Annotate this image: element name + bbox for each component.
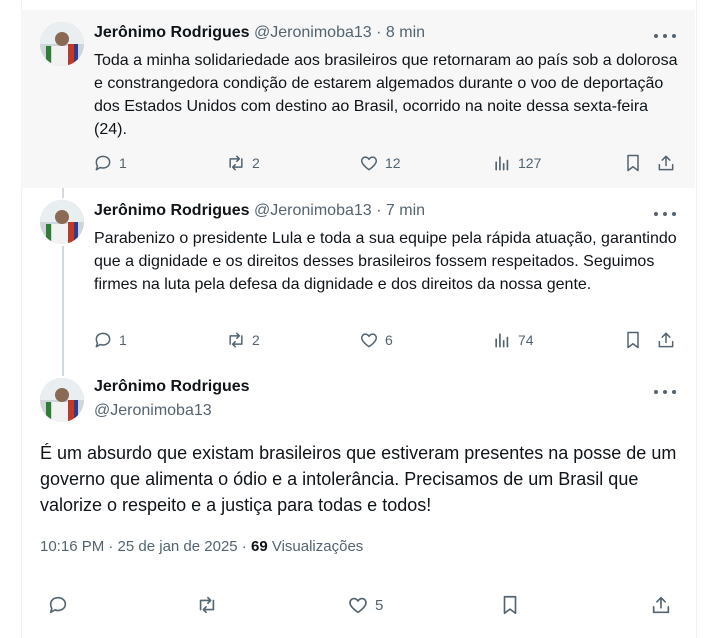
- timestamp[interactable]: 7 min: [386, 202, 425, 219]
- like-button[interactable]: 12: [359, 151, 401, 175]
- more-icon[interactable]: [653, 26, 677, 46]
- more-icon[interactable]: [653, 382, 677, 402]
- reply-button[interactable]: [47, 592, 69, 618]
- timestamp[interactable]: 10:16 PM · 25 de jan de 2025 ·: [40, 538, 251, 555]
- author-name[interactable]: Jerônimo Rodrigues: [94, 378, 250, 396]
- views-icon: [495, 333, 509, 348]
- thread-tweet[interactable]: Jerônimo Rodrigues @Jeronimoba13 · 7 min…: [21, 188, 695, 366]
- bookmark-icon: [627, 154, 639, 172]
- reply-icon: [49, 596, 67, 614]
- share-icon: [652, 596, 670, 614]
- views-button[interactable]: 127: [492, 151, 541, 175]
- author-name[interactable]: Jerônimo Rodrigues: [94, 202, 250, 219]
- reply-count: 1: [119, 155, 127, 171]
- views-count: 127: [518, 155, 542, 171]
- reply-button[interactable]: 1: [93, 151, 127, 175]
- bookmark-button[interactable]: [623, 151, 643, 175]
- main-tweet: Jerônimo Rodrigues @Jeronimoba13 É um ab…: [21, 366, 695, 638]
- bookmark-button[interactable]: [499, 592, 521, 618]
- reply-count: 1: [119, 332, 127, 348]
- share-icon: [658, 332, 674, 348]
- tweet-meta: 10:16 PM · 25 de jan de 2025 · 69 Visual…: [40, 538, 363, 555]
- bookmark-icon: [503, 595, 517, 615]
- author-handle[interactable]: @Jeronimoba13: [254, 24, 372, 41]
- like-button[interactable]: 5: [347, 592, 383, 618]
- bookmark-icon: [627, 331, 639, 349]
- action-bar: 1 2 6 74: [93, 328, 683, 352]
- like-button[interactable]: 6: [359, 328, 393, 352]
- tweet-text: Parabenizo o presidente Lula e toda a su…: [94, 230, 677, 293]
- views-button[interactable]: 74: [492, 328, 534, 352]
- separator: ·: [376, 24, 382, 41]
- more-icon[interactable]: [653, 204, 677, 224]
- like-icon: [360, 156, 378, 171]
- views-icon: [495, 156, 509, 171]
- like-icon: [360, 333, 378, 348]
- reply-button[interactable]: 1: [93, 328, 127, 352]
- repost-button[interactable]: 2: [226, 151, 260, 175]
- avatar[interactable]: [40, 378, 84, 422]
- reply-icon: [95, 155, 111, 171]
- repost-count: 2: [252, 155, 260, 171]
- timestamp[interactable]: 8 min: [386, 24, 425, 41]
- tweet-header: Jerônimo Rodrigues @Jeronimoba13 · 8 min: [94, 24, 425, 42]
- repost-icon: [229, 155, 243, 171]
- share-button[interactable]: [656, 151, 676, 175]
- action-bar: 1 2 12 127: [93, 151, 683, 175]
- share-button[interactable]: [650, 592, 672, 618]
- repost-icon: [229, 332, 243, 348]
- like-count: 12: [385, 155, 401, 171]
- repost-count: 2: [252, 332, 260, 348]
- author-handle[interactable]: @Jeronimoba13: [254, 202, 372, 219]
- repost-button[interactable]: [196, 592, 218, 618]
- separator: ·: [376, 202, 382, 219]
- like-count: 5: [375, 596, 384, 614]
- tweet-text: É um absurdo que existam brasileiros que…: [40, 443, 677, 515]
- bookmark-button[interactable]: [623, 328, 643, 352]
- share-icon: [658, 155, 674, 171]
- repost-button[interactable]: 2: [226, 328, 260, 352]
- tweet-header: Jerônimo Rodrigues @Jeronimoba13 · 7 min: [94, 202, 425, 220]
- reply-icon: [95, 332, 111, 348]
- like-count: 6: [385, 332, 393, 348]
- author-handle[interactable]: @Jeronimoba13: [94, 402, 212, 420]
- views-label: Visualizações: [267, 538, 364, 555]
- action-bar: 5: [40, 592, 675, 618]
- like-icon: [349, 597, 367, 614]
- avatar[interactable]: [40, 22, 84, 66]
- share-button[interactable]: [656, 328, 676, 352]
- views-count: 74: [518, 332, 534, 348]
- tweet-text: Toda a minha solidariedade aos brasileir…: [94, 52, 678, 138]
- avatar[interactable]: [40, 200, 84, 244]
- thread-tweet[interactable]: Jerônimo Rodrigues @Jeronimoba13 · 8 min…: [21, 10, 695, 188]
- views-count: 69: [250, 538, 268, 555]
- repost-icon: [199, 596, 215, 614]
- author-name[interactable]: Jerônimo Rodrigues: [94, 24, 250, 41]
